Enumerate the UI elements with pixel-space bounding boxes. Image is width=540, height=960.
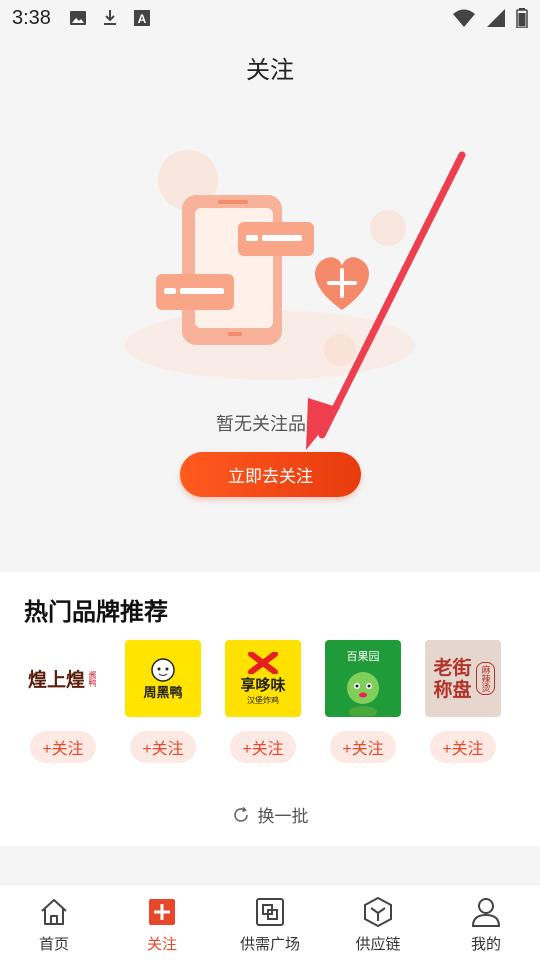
nav-item-home[interactable]: 首页	[0, 885, 108, 960]
image-icon	[69, 11, 86, 25]
follow-brand-button[interactable]: +关注	[30, 731, 96, 763]
mascot-icon	[347, 671, 379, 716]
brand-name: 周黑鸭	[143, 686, 183, 701]
brand-logo[interactable]: 老街称盘 麻辣烫	[425, 640, 501, 717]
nav-item-follow[interactable]: 关注	[108, 885, 216, 960]
status-bar: 3:38 A	[0, 0, 540, 36]
nav-label: 首页	[38, 935, 69, 953]
brand-item: 百果园 +关注	[324, 640, 402, 763]
follow-brand-button[interactable]: +关注	[230, 731, 296, 763]
bottom-nav: 首页 关注 供需广场 供应链 我的	[0, 884, 540, 960]
svg-text:A: A	[138, 12, 147, 26]
a-icon: A	[133, 10, 150, 26]
empty-message: 暂无关注品牌	[216, 414, 324, 435]
signal-icon	[487, 9, 505, 27]
hexagon-icon	[361, 895, 395, 929]
nav-item-mine[interactable]: 我的	[432, 885, 540, 960]
refresh-icon	[233, 806, 248, 822]
brand-name: 享哆味	[240, 675, 286, 694]
square-icon	[253, 895, 287, 929]
follow-brand-button[interactable]: +关注	[430, 731, 496, 763]
status-time: 3:38	[12, 6, 51, 29]
brand-name: 煌上煌	[27, 669, 85, 691]
nav-label: 供应链	[355, 935, 401, 953]
follow-brand-button[interactable]: +关注	[130, 731, 196, 763]
brand-item: 煌上煌 酱鸭 +关注	[24, 640, 102, 763]
nav-item-supply-demand[interactable]: 供需广场	[216, 885, 324, 960]
follow-brand-button[interactable]: +关注	[330, 731, 396, 763]
brand-logo[interactable]: 煌上煌 酱鸭	[25, 640, 101, 717]
brand-name: 老街称盘	[433, 656, 472, 701]
nav-label: 关注	[146, 935, 177, 953]
battery-icon	[516, 8, 528, 28]
brand-logo[interactable]: 享哆味 汉堡炸鸡	[225, 640, 301, 717]
section-title: 热门品牌推荐	[24, 598, 168, 626]
user-icon	[469, 895, 503, 929]
brand-item: 老街称盘 麻辣烫 +关注	[424, 640, 502, 763]
brand-sub: 汉堡炸鸡	[247, 695, 279, 705]
brand-logo[interactable]: 百果园	[325, 640, 401, 717]
brand-list: 煌上煌 酱鸭 +关注 周黑鸭 +关注 享哆味 汉堡炸鸡 +关注 百果园 +关注 …	[24, 640, 524, 770]
x-logo-icon	[248, 651, 278, 674]
home-icon	[37, 895, 71, 929]
plus-square-icon	[145, 895, 179, 929]
nav-label: 供需广场	[239, 935, 300, 953]
hot-brands-section: 热门品牌推荐 煌上煌 酱鸭 +关注 周黑鸭 +关注 享哆味 汉堡炸鸡 +关注 百…	[0, 572, 540, 846]
brand-item: 享哆味 汉堡炸鸡 +关注	[224, 640, 302, 763]
download-icon	[103, 10, 116, 25]
brand-item: 周黑鸭 +关注	[124, 640, 202, 763]
brand-sub: 酱鸭	[88, 670, 97, 687]
page-title: 关注	[246, 56, 294, 84]
brand-name: 百果园	[346, 649, 380, 663]
brand-logo[interactable]: 周黑鸭	[125, 640, 201, 717]
nav-label: 我的	[470, 935, 501, 953]
refresh-button[interactable]: 换一批	[0, 802, 540, 827]
nav-item-supply-chain[interactable]: 供应链	[324, 885, 432, 960]
mascot-icon	[151, 658, 175, 682]
refresh-label: 换一批	[257, 807, 309, 827]
wifi-icon	[453, 9, 475, 27]
brand-sub: 麻辣烫	[475, 662, 495, 695]
follow-now-button[interactable]: 立即去关注	[180, 452, 361, 497]
empty-illustration	[125, 150, 415, 380]
